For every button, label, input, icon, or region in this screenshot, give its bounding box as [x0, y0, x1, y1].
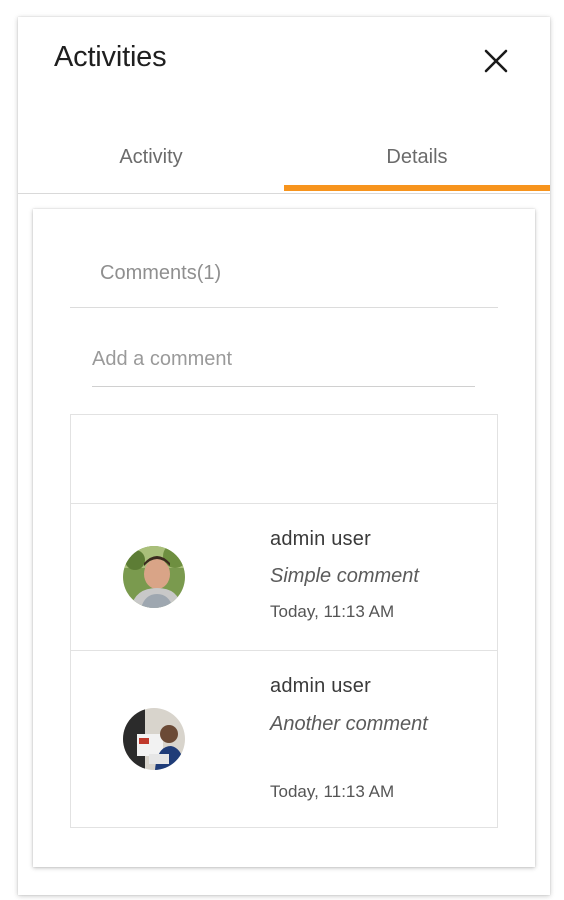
comment-author: admin user	[270, 528, 371, 550]
comment-text: Simple comment	[270, 565, 419, 587]
activities-panel: Activities Activity Details Comments(1)	[18, 17, 550, 895]
close-icon	[484, 49, 508, 73]
comment-author: admin user	[270, 675, 371, 697]
comment-item: admin user Simple comment Today, 11:13 A…	[71, 504, 497, 651]
comment-text: Another comment	[270, 713, 428, 735]
comment-list: admin user Simple comment Today, 11:13 A…	[70, 414, 498, 828]
user-avatar[interactable]	[123, 708, 185, 770]
comments-header: Comments(1)	[70, 243, 498, 308]
active-tab-indicator	[284, 185, 550, 191]
comment-timestamp: Today, 11:13 AM	[270, 782, 395, 801]
panel-title: Activities	[54, 41, 167, 73]
details-card: Comments(1) admi	[33, 209, 535, 867]
user-avatar[interactable]	[123, 546, 185, 608]
comment-list-header	[71, 415, 497, 504]
comment-timestamp: Today, 11:13 AM	[270, 602, 395, 621]
add-comment-input[interactable]	[92, 333, 475, 387]
comment-item: admin user Another comment Today, 11:13 …	[71, 651, 497, 827]
comments-title: Comments(1)	[100, 262, 222, 284]
close-button[interactable]	[480, 45, 512, 77]
tab-activity[interactable]: Activity	[18, 139, 284, 193]
